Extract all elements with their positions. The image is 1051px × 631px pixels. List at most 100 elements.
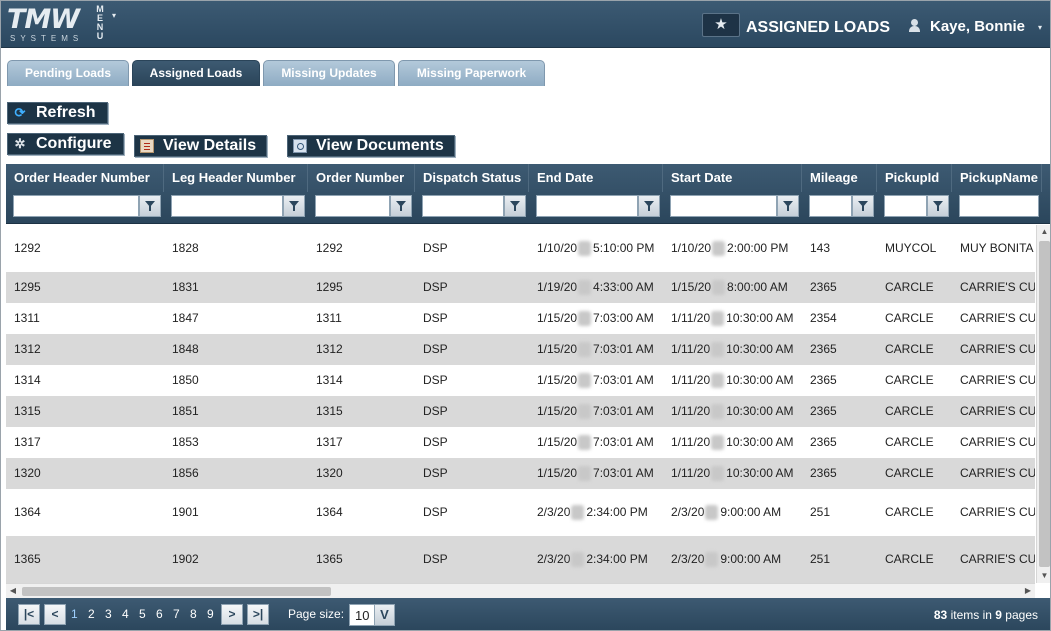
favorite-button[interactable]: ★ [702, 13, 740, 37]
filter-input-start-date[interactable] [670, 195, 777, 217]
filter-icon[interactable] [638, 195, 660, 217]
start-date-time: 9:00:00 AM [720, 505, 782, 519]
filter-icon[interactable] [777, 195, 799, 217]
cell-leg-header-number: 1851 [172, 404, 199, 418]
filter-input-order-header-number[interactable] [13, 195, 139, 217]
column-header-leg-header-number[interactable]: Leg Header Number [164, 164, 308, 192]
tab-missing-paperwork[interactable]: Missing Paperwork [398, 60, 545, 86]
user-menu[interactable]: Kaye, Bonnie [930, 18, 1025, 36]
tab-pending-loads[interactable]: Pending Loads [7, 60, 129, 86]
vertical-scrollbar[interactable]: ▲ ▼ [1036, 225, 1050, 583]
filter-input-end-date[interactable] [536, 195, 638, 217]
column-header-pickup-name[interactable]: PickupName [952, 164, 1042, 192]
redacted-year-mark [571, 552, 585, 568]
cell-order-header-number: 1317 [14, 435, 41, 449]
page-number-6[interactable]: 6 [156, 606, 163, 622]
table-row[interactable]: 1292 1828 1292 DSP 1/10/20 5:10:00 PM 1/10/20 2… [6, 225, 1035, 272]
table-row[interactable]: 1311 1847 1311 DSP 1/15/20 7:03:00 AM 1/11/20 1… [6, 303, 1035, 334]
table-row[interactable]: 1317 1853 1317 DSP 1/15/20 7:03:01 AM 1/11/20 1… [6, 427, 1035, 458]
main-menu-button[interactable]: M E N U [94, 5, 106, 41]
filter-icon[interactable] [283, 195, 305, 217]
menu-caret-icon[interactable]: ▾ [112, 11, 116, 20]
table-row[interactable]: 1315 1851 1315 DSP 1/15/20 7:03:01 AM 1/11/20 1… [6, 396, 1035, 427]
page-number-8[interactable]: 8 [190, 606, 197, 622]
column-header-order-number[interactable]: Order Number [308, 164, 415, 192]
page-number-3[interactable]: 3 [105, 606, 112, 622]
pages-count: 9 [995, 608, 1002, 622]
user-caret-icon[interactable]: ▾ [1038, 23, 1042, 32]
column-header-order-header-number[interactable]: Order Header Number [6, 164, 164, 192]
cell-end-date: 1/15/20 7:03:01 AM [529, 365, 663, 396]
refresh-button[interactable]: ⟳ Refresh [7, 102, 108, 124]
vertical-scroll-thumb[interactable] [1039, 241, 1050, 567]
cell-leg-header-number: 1828 [172, 241, 199, 255]
end-date-time: 7:03:01 AM [593, 373, 654, 387]
configure-button[interactable]: ✲ Configure [7, 133, 124, 155]
end-date-time: 5:10:00 PM [593, 241, 655, 255]
page-number-2[interactable]: 2 [88, 606, 95, 622]
filter-icon[interactable] [139, 195, 161, 217]
tab-missing-updates[interactable]: Missing Updates [263, 60, 395, 86]
cell-pickup-name: MUY BONITA [960, 241, 1034, 255]
end-date-time: 7:03:00 AM [593, 311, 654, 325]
previous-page-button[interactable]: < [44, 604, 66, 625]
horizontal-scrollbar[interactable]: ◀ ▶ [6, 583, 1035, 598]
page-number-9[interactable]: 9 [207, 606, 214, 622]
start-date-day: 2/3/20 [671, 505, 705, 519]
filter-input-mileage[interactable] [809, 195, 852, 217]
filter-icon[interactable] [927, 195, 949, 217]
last-page-button[interactable]: >| [247, 604, 269, 625]
next-page-button[interactable]: > [221, 604, 243, 625]
filter-icon[interactable] [852, 195, 874, 217]
filter-cell-pickup-name [959, 194, 1039, 218]
end-date-time: 2:34:00 PM [586, 505, 648, 519]
start-date-day: 1/11/20 [671, 466, 711, 480]
filter-input-pickup-name[interactable] [959, 195, 1039, 217]
tmw-logo[interactable]: TMW SYSTEMS [7, 5, 89, 44]
view-details-button[interactable]: View Details [134, 135, 267, 157]
cell-pickup-name: CARRIE'S CU [960, 435, 1035, 449]
page-number-4[interactable]: 4 [122, 606, 129, 622]
page-size-dropdown-icon[interactable]: V [374, 605, 394, 625]
column-header-start-date[interactable]: Start Date [663, 164, 802, 192]
column-header-end-date[interactable]: End Date [529, 164, 663, 192]
horizontal-scroll-thumb[interactable] [22, 587, 331, 596]
filter-input-pickup-id[interactable] [884, 195, 927, 217]
end-date-day: 1/15/20 [537, 311, 578, 325]
scroll-right-icon[interactable]: ▶ [1021, 584, 1035, 598]
table-row[interactable]: 1312 1848 1312 DSP 1/15/20 7:03:01 AM 1/11/20 1… [6, 334, 1035, 365]
end-date-day: 2/3/20 [537, 552, 571, 566]
page-number-5[interactable]: 5 [139, 606, 146, 622]
filter-icon[interactable] [504, 195, 526, 217]
table-row[interactable]: 1320 1856 1320 DSP 1/15/20 7:03:01 AM 1/11/20 1… [6, 458, 1035, 489]
scroll-left-icon[interactable]: ◀ [6, 584, 20, 598]
column-header-dispatch-status[interactable]: Dispatch Status [415, 164, 529, 192]
column-header-pickup-id[interactable]: PickupId [877, 164, 952, 192]
start-date-day: 1/10/20 [671, 241, 712, 255]
page-number-7[interactable]: 7 [173, 606, 180, 622]
redacted-year-mark [711, 466, 725, 482]
start-date-time: 8:00:00 AM [727, 280, 788, 294]
cell-end-date: 1/15/20 7:03:01 AM [529, 334, 663, 365]
filter-icon[interactable] [390, 195, 412, 217]
filter-input-leg-header-number[interactable] [171, 195, 283, 217]
page-size-select[interactable]: 10 V [349, 604, 395, 626]
start-date-day: 1/11/20 [671, 435, 711, 449]
page-number-1[interactable]: 1 [71, 606, 78, 622]
table-row[interactable]: 1295 1831 1295 DSP 1/19/20 4:33:00 AM 1/15/20 8… [6, 272, 1035, 303]
scroll-down-icon[interactable]: ▼ [1037, 569, 1050, 583]
view-documents-button[interactable]: View Documents [287, 135, 455, 157]
cell-start-date: 1/10/20 2:00:00 PM [663, 225, 802, 272]
cell-dispatch-status: DSP [423, 311, 448, 325]
tab-assigned-loads[interactable]: Assigned Loads [132, 60, 260, 86]
start-date-time: 10:30:00 AM [726, 404, 794, 418]
filter-input-order-number[interactable] [315, 195, 390, 217]
filter-cell-mileage [809, 194, 874, 218]
scroll-up-icon[interactable]: ▲ [1037, 225, 1050, 239]
table-row[interactable]: 1364 1901 1364 DSP 2/3/20 2:34:00 PM 2/3/20 9:0… [6, 489, 1035, 536]
filter-input-dispatch-status[interactable] [422, 195, 504, 217]
first-page-button[interactable]: |< [18, 604, 40, 625]
table-row[interactable]: 1314 1850 1314 DSP 1/15/20 7:03:01 AM 1/11/20 1… [6, 365, 1035, 396]
column-header-mileage[interactable]: Mileage [802, 164, 877, 192]
table-row[interactable]: 1365 1902 1365 DSP 2/3/20 2:34:00 PM 2/3/20 9:0… [6, 536, 1035, 583]
